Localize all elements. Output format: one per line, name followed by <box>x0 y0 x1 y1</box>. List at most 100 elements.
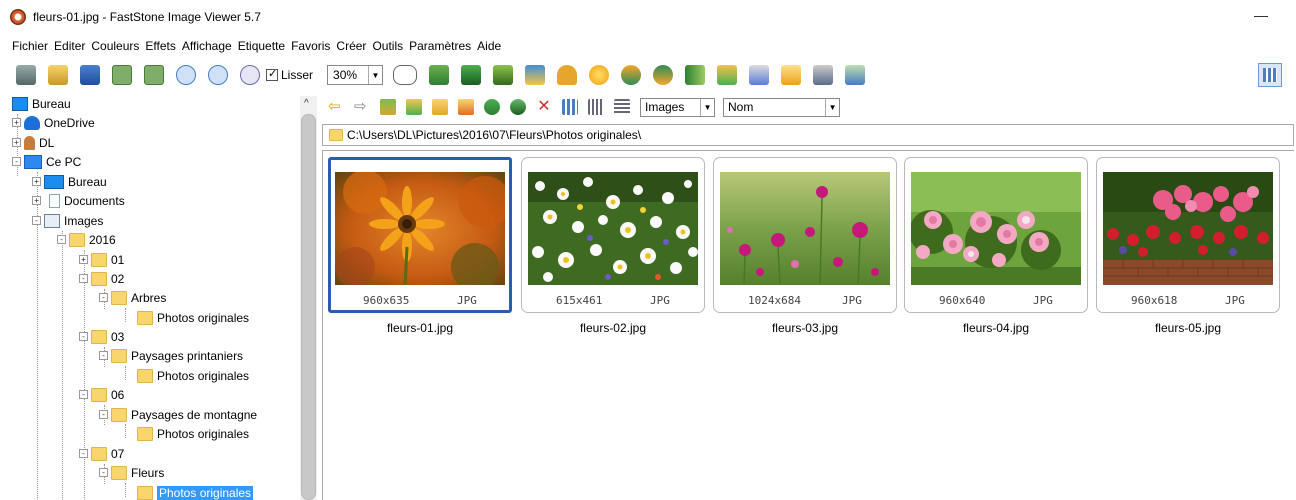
zoom-out-icon[interactable] <box>208 65 228 85</box>
camera-icon[interactable] <box>16 65 36 85</box>
thumbnail-view-icon[interactable] <box>562 99 578 115</box>
favorites-folder-icon[interactable] <box>458 99 474 115</box>
zoom-select[interactable]: 30% ▼ <box>327 65 384 85</box>
back-arrow-icon[interactable]: ⇦ <box>328 99 344 115</box>
color-adjust-icon[interactable] <box>525 65 546 85</box>
tree-item-images[interactable]: - Images <box>32 211 103 230</box>
expand-icon[interactable]: + <box>79 255 88 264</box>
tree-item-photos-originales[interactable]: Photos originales <box>137 308 249 327</box>
collapse-icon[interactable]: - <box>99 293 108 302</box>
tree-item-paysages-de-montagne[interactable]: - Paysages de montagne <box>99 405 257 424</box>
actual-size-icon[interactable] <box>240 65 260 85</box>
tree-item-06[interactable]: - 06 <box>79 385 124 404</box>
rotate-right-icon[interactable] <box>653 65 674 85</box>
tree-item-photos-originales-selected[interactable]: Photos originales <box>137 483 254 500</box>
flip-icon[interactable] <box>685 65 706 85</box>
collapse-icon[interactable]: - <box>79 390 88 399</box>
user-icon[interactable] <box>557 65 578 85</box>
collapse-icon[interactable]: - <box>79 332 88 341</box>
zoom-in-icon[interactable] <box>176 65 196 85</box>
email-icon[interactable] <box>781 65 802 85</box>
menu-fichier[interactable]: Fichier <box>12 39 48 53</box>
expand-icon[interactable]: + <box>12 118 21 127</box>
delete-icon[interactable]: ✕ <box>536 99 552 115</box>
thumbnail-filename[interactable]: fleurs-05.jpg <box>1093 321 1283 335</box>
open-folder-icon[interactable] <box>48 65 68 85</box>
tree-item-documents[interactable]: + Documents <box>32 191 125 210</box>
tree-scrollbar[interactable]: ^ <box>300 96 317 500</box>
menu-aide[interactable]: Aide <box>477 39 501 53</box>
tree-item-onedrive[interactable]: + OneDrive <box>12 113 95 132</box>
collapse-icon[interactable]: - <box>32 216 41 225</box>
thumbnail-card[interactable]: 615x461 JPG <box>521 157 705 313</box>
scan-icon[interactable] <box>845 65 866 85</box>
compare-icon[interactable] <box>461 65 482 85</box>
collapse-icon[interactable]: - <box>79 449 88 458</box>
expand-icon[interactable]: + <box>12 138 21 147</box>
scroll-up-icon[interactable]: ^ <box>304 98 309 109</box>
tree-item-2016[interactable]: - 2016 <box>57 230 116 249</box>
thumbnail-image-pink-roses[interactable] <box>911 172 1081 285</box>
menu-parametres[interactable]: Paramètres <box>409 39 471 53</box>
thumbnail-filename[interactable]: fleurs-01.jpg <box>325 321 515 335</box>
smooth-checkbox-box[interactable] <box>266 67 278 81</box>
thumbnail-filename[interactable]: fleurs-04.jpg <box>901 321 1091 335</box>
copy-icon[interactable] <box>484 99 500 115</box>
chevron-down-icon[interactable]: ▼ <box>700 98 714 116</box>
tree-item-bureau[interactable]: + Bureau <box>32 172 107 191</box>
thumbnail-card[interactable]: 960x618 JPG <box>1096 157 1280 313</box>
path-text[interactable]: C:\Users\DL\Pictures\2016\07\Fleurs\Phot… <box>347 128 641 142</box>
menu-favoris[interactable]: Favoris <box>291 39 330 53</box>
expand-icon[interactable]: + <box>32 177 41 186</box>
thumbnail-image-daisy-field[interactable] <box>528 172 698 285</box>
tree-item-03[interactable]: - 03 <box>79 327 124 346</box>
tree-item-photos-originales[interactable]: Photos originales <box>137 424 249 443</box>
tree-item-paysages-printaniers[interactable]: - Paysages printaniers <box>99 346 243 365</box>
effects-icon[interactable] <box>589 65 610 85</box>
collapse-icon[interactable]: - <box>12 157 21 166</box>
chevron-down-icon[interactable]: ▼ <box>368 66 382 84</box>
thumbnail-image-flower-bed[interactable] <box>1103 172 1273 285</box>
collapse-icon[interactable]: - <box>79 274 88 283</box>
thumbnail-card[interactable]: 1024x684 JPG <box>713 157 897 313</box>
collapse-icon[interactable]: - <box>99 410 108 419</box>
menu-affichage[interactable]: Affichage <box>182 39 232 53</box>
tree-item-07[interactable]: - 07 <box>79 444 124 463</box>
tree-item-dl[interactable]: + DL <box>12 133 54 152</box>
menu-couleurs[interactable]: Couleurs <box>91 39 139 53</box>
collapse-icon[interactable]: - <box>99 468 108 477</box>
next-icon[interactable] <box>144 65 164 85</box>
rotate-left-icon[interactable] <box>621 65 642 85</box>
thumbnail-filename[interactable]: fleurs-02.jpg <box>518 321 708 335</box>
thumbnail-card[interactable]: 960x640 JPG <box>904 157 1088 313</box>
thumbnail-filename[interactable]: fleurs-03.jpg <box>710 321 900 335</box>
tree-item-02[interactable]: - 02 <box>79 269 124 288</box>
layout-toggle-button[interactable] <box>1258 63 1282 87</box>
new-folder-icon[interactable] <box>432 99 448 115</box>
menu-editer[interactable]: Editer <box>54 39 85 53</box>
file-filter-select[interactable]: Images ▼ <box>640 97 715 117</box>
hand-tool-icon[interactable] <box>393 65 418 85</box>
expand-icon[interactable]: + <box>32 196 41 205</box>
save-icon[interactable] <box>80 65 100 85</box>
forward-arrow-icon[interactable]: ⇨ <box>354 99 370 115</box>
folder-up-icon[interactable] <box>380 99 396 115</box>
collapse-icon[interactable]: - <box>57 235 66 244</box>
details-view-icon[interactable] <box>614 99 630 115</box>
sort-select[interactable]: Nom ▼ <box>723 97 840 117</box>
collapse-icon[interactable]: - <box>99 351 108 360</box>
tree-item-ce-pc[interactable]: - Ce PC <box>12 152 81 171</box>
menu-effets[interactable]: Effets <box>145 39 175 53</box>
crop-icon[interactable] <box>493 65 514 85</box>
menu-etiquette[interactable]: Etiquette <box>238 39 285 53</box>
previous-icon[interactable] <box>112 65 132 85</box>
tree-item-arbres[interactable]: - Arbres <box>99 288 166 307</box>
menu-outils[interactable]: Outils <box>372 39 403 53</box>
minimize-button[interactable] <box>1254 6 1268 20</box>
scrollbar-thumb[interactable] <box>301 114 316 500</box>
print-icon[interactable] <box>813 65 834 85</box>
path-bar[interactable]: C:\Users\DL\Pictures\2016\07\Fleurs\Phot… <box>322 124 1294 146</box>
smooth-checkbox[interactable]: Lisser <box>266 67 313 82</box>
list-view-icon[interactable] <box>588 99 604 115</box>
draw-icon[interactable] <box>749 65 770 85</box>
